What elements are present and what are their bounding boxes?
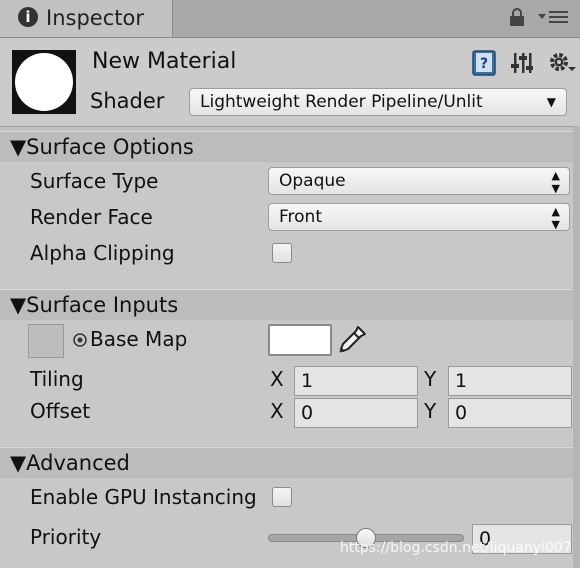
material-name: New Material (92, 49, 237, 74)
object-picker-icon[interactable] (72, 332, 88, 348)
svg-text:?: ? (480, 56, 488, 72)
gpu-instancing-label: Enable GPU Instancing (30, 485, 257, 509)
tab-title: Inspector (46, 6, 144, 30)
surface-inputs-title: ▼Surface Inputs (10, 293, 179, 317)
surface-inputs-header[interactable]: ▼Surface Inputs (0, 289, 573, 320)
help-book-icon[interactable]: ? (472, 50, 496, 76)
surface-type-label: Surface Type (30, 169, 159, 193)
offset-x-axis-label: X (270, 399, 284, 423)
surface-type-dropdown[interactable]: Opaque ▲ ▼ (268, 167, 570, 195)
advanced-header[interactable]: ▼Advanced (0, 447, 573, 478)
shader-dropdown[interactable]: Lightweight Render Pipeline/Unlit ▼ (189, 88, 567, 116)
gear-icon[interactable] (548, 50, 576, 76)
tiling-y-field[interactable]: 1 (448, 366, 572, 396)
shader-dropdown-value: Lightweight Render Pipeline/Unlit (200, 92, 483, 112)
tiling-x-field[interactable]: 1 (294, 366, 418, 396)
offset-x-field[interactable]: 0 (294, 398, 418, 428)
tiling-label: Tiling (30, 367, 84, 391)
priority-label: Priority (30, 525, 102, 549)
material-preview-thumbnail (12, 50, 76, 114)
scrollbar[interactable] (573, 126, 580, 568)
alpha-clipping-label: Alpha Clipping (30, 241, 175, 265)
preset-sliders-icon[interactable] (511, 51, 533, 75)
base-map-texture-slot[interactable] (28, 324, 64, 358)
surface-type-value: Opaque (279, 171, 346, 191)
shader-label: Shader (90, 89, 165, 113)
offset-y-field[interactable]: 0 (448, 398, 572, 428)
gpu-instancing-checkbox[interactable] (272, 487, 292, 507)
eyedropper-icon[interactable] (336, 324, 368, 356)
offset-label: Offset (30, 399, 91, 423)
watermark: https://blog.csdn.net/liquanyi007 (340, 540, 572, 556)
dropdown-arrow-icon: ▼ (546, 95, 556, 109)
render-face-dropdown[interactable]: Front ▲ ▼ (268, 203, 570, 231)
alpha-clipping-checkbox[interactable] (272, 243, 292, 263)
info-icon: i (18, 7, 38, 27)
surface-options-title: ▼Surface Options (10, 135, 194, 159)
base-color-swatch[interactable] (268, 324, 332, 356)
offset-y-axis-label: Y (424, 399, 437, 423)
dropdown-updown-icon: ▲ ▼ (551, 169, 560, 195)
surface-options-header[interactable]: ▼Surface Options (0, 131, 573, 162)
lock-icon[interactable] (509, 7, 525, 27)
tiling-y-axis-label: Y (424, 367, 437, 391)
base-map-label: Base Map (90, 327, 188, 351)
advanced-title: ▼Advanced (10, 451, 130, 475)
dropdown-updown-icon: ▲ ▼ (551, 205, 560, 231)
context-menu-icon[interactable] (536, 8, 570, 26)
render-face-label: Render Face (30, 205, 153, 229)
render-face-value: Front (279, 207, 322, 227)
tiling-x-axis-label: X (270, 367, 284, 391)
